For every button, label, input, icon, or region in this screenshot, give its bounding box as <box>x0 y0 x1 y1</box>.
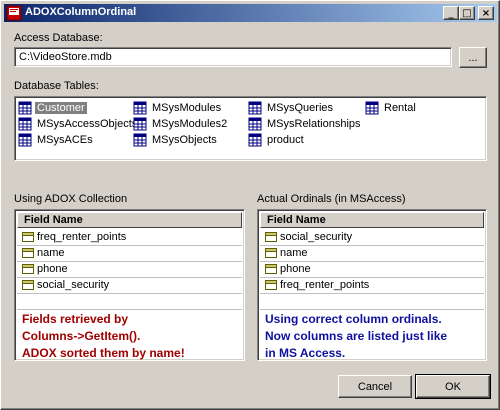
table-icon <box>133 133 147 147</box>
field-name: social_security <box>280 231 353 243</box>
table-icon <box>18 133 32 147</box>
table-item[interactable]: Customer <box>18 101 87 117</box>
table-item[interactable]: MSysACEs <box>18 133 95 149</box>
note-line: in MS Access. <box>265 346 346 360</box>
field-row[interactable]: phone <box>260 262 484 278</box>
app-icon <box>6 5 22 21</box>
field-name: social_security <box>37 279 110 291</box>
close-icon: × <box>481 7 491 19</box>
table-label: MSysObjects <box>152 134 217 146</box>
field-row[interactable]: social_security <box>260 230 484 246</box>
ordinal-note: Using correct column ordinals. Now colum… <box>265 311 448 360</box>
field-row[interactable]: freq_renter_points <box>17 230 242 246</box>
maximize-button[interactable]: □ <box>459 6 475 20</box>
table-icon <box>133 101 147 115</box>
window-title: ADOXColumnOrdinal <box>25 6 137 18</box>
field-name: freq_renter_points <box>280 279 370 291</box>
table-label: MSysModules2 <box>152 118 228 130</box>
field-icon <box>265 232 277 243</box>
field-name: name <box>37 247 65 259</box>
table-label: MSysModules <box>152 102 222 114</box>
minimize-button[interactable]: _ <box>443 6 459 20</box>
table-icon <box>18 101 32 115</box>
note-line: Using correct column ordinals. <box>265 312 442 326</box>
field-name: name <box>280 247 308 259</box>
table-icon <box>248 133 262 147</box>
field-row[interactable]: name <box>260 246 484 262</box>
note-line: Columns->GetItem(). <box>22 329 141 343</box>
field-row[interactable]: freq_renter_points <box>260 278 484 294</box>
table-icon <box>133 117 147 131</box>
browse-button[interactable]: ... <box>459 47 487 68</box>
empty-row <box>17 294 242 310</box>
field-icon <box>22 264 34 275</box>
field-icon <box>265 264 277 275</box>
adox-collection-label: Using ADOX Collection <box>14 193 128 205</box>
field-row[interactable]: phone <box>17 262 242 278</box>
field-row[interactable]: name <box>17 246 242 262</box>
field-icon <box>22 232 34 243</box>
ordinal-field-list: Field Name social_securityname phone freq_… <box>257 209 487 361</box>
close-button[interactable]: × <box>478 6 494 20</box>
table-icon <box>248 101 262 115</box>
table-icon <box>248 117 262 131</box>
table-label: MSysRelationships <box>267 118 361 130</box>
cancel-button[interactable]: Cancel <box>338 375 412 398</box>
table-label: product <box>267 134 304 146</box>
field-name: freq_renter_points <box>37 231 127 243</box>
table-item[interactable]: MSysQueries <box>248 101 335 117</box>
adox-field-list: Field Name freq_renter_pointsname phone so… <box>14 209 245 361</box>
note-line: ADOX sorted them by name! <box>22 346 185 360</box>
table-label: MSysQueries <box>267 102 334 114</box>
dialog-window: ADOXColumnOrdinal _ □ × Access Database:… <box>0 0 500 410</box>
table-item[interactable]: MSysModules2 <box>133 117 229 133</box>
field-name-column-header[interactable]: Field Name <box>17 212 242 228</box>
empty-row <box>260 294 484 310</box>
table-item[interactable]: Rental <box>365 101 418 117</box>
table-item[interactable]: MSysAccessObjects <box>18 117 139 133</box>
field-icon <box>265 280 277 291</box>
database-path-field[interactable]: C:\VideoStore.mdb <box>14 47 452 67</box>
field-name: phone <box>37 263 68 275</box>
adox-note: Fields retrieved by Columns->GetItem(). … <box>22 311 185 360</box>
title-bar[interactable]: ADOXColumnOrdinal _ □ × <box>4 4 497 22</box>
table-label: Customer <box>35 102 87 114</box>
table-label: Rental <box>384 102 416 114</box>
field-row[interactable]: social_security <box>17 278 242 294</box>
actual-ordinals-label: Actual Ordinals (in MSAccess) <box>257 193 406 205</box>
ok-button[interactable]: OK <box>415 374 491 399</box>
table-item[interactable]: MSysRelationships <box>248 117 363 133</box>
note-line: Now columns are listed just like <box>265 329 448 343</box>
tables-list: Customer MSysAccessObjects MSysACEs MSysMod… <box>14 96 487 161</box>
field-icon <box>22 248 34 259</box>
field-icon <box>22 280 34 291</box>
field-name: phone <box>280 263 311 275</box>
table-icon <box>18 117 32 131</box>
table-icon <box>365 101 379 115</box>
table-item[interactable]: product <box>248 133 306 149</box>
access-database-label: Access Database: <box>14 32 103 44</box>
note-line: Fields retrieved by <box>22 312 129 326</box>
field-name-column-header[interactable]: Field Name <box>260 212 484 228</box>
field-icon <box>265 248 277 259</box>
minimize-icon: _ <box>448 7 454 19</box>
table-item[interactable]: MSysModules <box>133 101 223 117</box>
table-label: MSysAccessObjects <box>37 118 138 130</box>
database-tables-label: Database Tables: <box>14 80 99 92</box>
table-item[interactable]: MSysObjects <box>133 133 219 149</box>
maximize-icon: □ <box>462 7 472 19</box>
table-label: MSysACEs <box>37 134 93 146</box>
